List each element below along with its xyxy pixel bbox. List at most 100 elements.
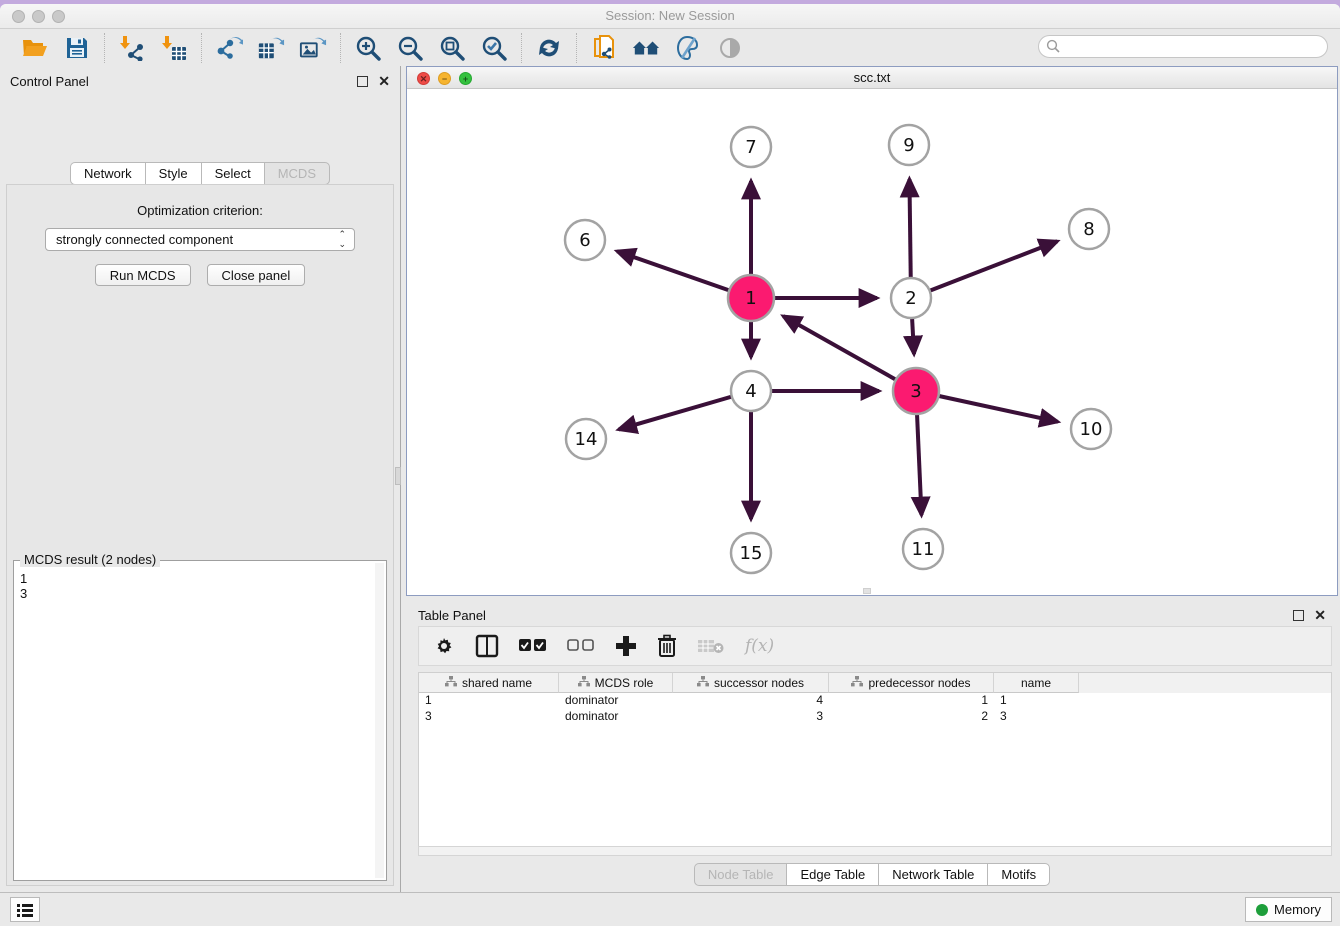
float-panel-icon[interactable] — [357, 76, 368, 87]
table-horizontal-scrollbar[interactable] — [418, 846, 1332, 856]
tab-motifs[interactable]: Motifs — [987, 863, 1050, 886]
close-panel-button[interactable]: Close panel — [207, 264, 306, 286]
tree-hierarchy-icon — [697, 676, 709, 690]
column-header-predecessor-nodes[interactable]: predecessor nodes — [829, 673, 994, 693]
gear-icon[interactable] — [433, 635, 455, 657]
graph-node-8[interactable]: 8 — [1069, 209, 1109, 249]
criterion-select[interactable]: strongly connected component ⌃⌄ — [45, 228, 355, 251]
column-header-MCDS-role[interactable]: MCDS role — [559, 673, 673, 693]
column-header-shared-name[interactable]: shared name — [419, 673, 559, 693]
table-cell[interactable]: 2 — [829, 709, 994, 725]
save-session-icon[interactable] — [63, 34, 91, 62]
chevron-up-down-icon: ⌃⌄ — [338, 229, 346, 249]
column-header-name[interactable]: name — [994, 673, 1079, 693]
graph-node-1[interactable]: 1 — [728, 275, 774, 321]
refresh-layout-icon[interactable] — [535, 34, 563, 62]
svg-text:10: 10 — [1080, 419, 1103, 440]
mcds-result-group: MCDS result (2 nodes) 1 3 — [13, 560, 387, 881]
panel-splitter-handle[interactable] — [395, 467, 401, 485]
table-cell[interactable]: 4 — [673, 693, 829, 709]
table-panel: Table Panel ✕ — [406, 600, 1338, 894]
table-cell[interactable]: 3 — [994, 709, 1079, 725]
close-panel-icon[interactable]: ✕ — [378, 74, 390, 88]
search-input[interactable] — [1038, 35, 1328, 58]
view-resize-grip[interactable] — [863, 588, 871, 594]
graph-node-3[interactable]: 3 — [893, 368, 939, 414]
mcds-result-title: MCDS result (2 nodes) — [20, 552, 160, 567]
network-canvas[interactable]: 7 9 6 8 1 2 4 3 14 10 15 11 — [407, 89, 1337, 595]
view-maximize-icon[interactable]: + — [459, 72, 472, 85]
graph-node-2[interactable]: 2 — [891, 278, 931, 318]
float-table-panel-icon[interactable] — [1293, 610, 1304, 621]
select-all-checkbox-icon[interactable] — [519, 639, 547, 653]
delete-row-icon[interactable] — [657, 634, 677, 658]
network-window-titlebar[interactable]: ✕ − + scc.txt — [407, 67, 1337, 89]
tab-network[interactable]: Network — [70, 162, 145, 185]
table-row[interactable]: 3dominator323 — [419, 709, 1331, 725]
network-graph[interactable]: 7 9 6 8 1 2 4 3 14 10 15 11 — [407, 89, 1337, 595]
clone-network-icon[interactable] — [590, 34, 618, 62]
run-mcds-button[interactable]: Run MCDS — [95, 264, 191, 286]
tab-network-table[interactable]: Network Table — [878, 863, 987, 886]
zoom-selected-icon[interactable] — [480, 34, 508, 62]
table-cell[interactable]: 3 — [673, 709, 829, 725]
graph-node-11[interactable]: 11 — [903, 529, 943, 569]
memory-button[interactable]: Memory — [1245, 897, 1332, 922]
graph-node-4[interactable]: 4 — [731, 371, 771, 411]
import-network-icon[interactable] — [118, 34, 146, 62]
function-builder-icon[interactable]: f(x) — [745, 636, 774, 656]
control-panel: Control Panel ✕ Network Style Select MCD… — [0, 66, 401, 894]
export-image-icon[interactable] — [299, 34, 327, 62]
application-window: Session: New Session — [0, 4, 1340, 926]
graph-node-7[interactable]: 7 — [731, 127, 771, 167]
graph-node-10[interactable]: 10 — [1071, 409, 1111, 449]
delete-table-icon[interactable] — [697, 637, 725, 655]
window-title: Session: New Session — [0, 8, 1340, 23]
zoom-fit-icon[interactable] — [438, 34, 466, 62]
tab-style[interactable]: Style — [145, 162, 201, 185]
table-cell[interactable]: 1 — [419, 693, 559, 709]
tab-edge-table[interactable]: Edge Table — [786, 863, 878, 886]
zoom-in-icon[interactable] — [354, 34, 382, 62]
table-tabs: Node Table Edge Table Network Table Moti… — [406, 863, 1338, 886]
graph-node-9[interactable]: 9 — [889, 125, 929, 165]
view-close-icon[interactable]: ✕ — [417, 72, 430, 85]
show-hide-icon[interactable] — [716, 34, 744, 62]
svg-text:4: 4 — [745, 381, 756, 402]
graph-node-14[interactable]: 14 — [566, 419, 606, 459]
result-scrollbar[interactable] — [375, 563, 384, 878]
table-cell[interactable]: dominator — [559, 709, 673, 725]
zoom-out-icon[interactable] — [396, 34, 424, 62]
deselect-all-checkbox-icon[interactable] — [567, 639, 595, 653]
add-row-icon[interactable] — [615, 635, 637, 657]
table-cell[interactable]: 3 — [419, 709, 559, 725]
table-cell[interactable]: 1 — [994, 693, 1079, 709]
tab-node-table[interactable]: Node Table — [694, 863, 787, 886]
tab-select[interactable]: Select — [201, 162, 264, 185]
open-file-icon[interactable] — [21, 34, 49, 62]
tab-mcds[interactable]: MCDS — [264, 162, 330, 185]
graph-edge-2-8[interactable] — [911, 241, 1057, 298]
status-bar: Memory — [0, 892, 1340, 926]
task-history-button[interactable] — [10, 897, 40, 922]
view-minimize-icon[interactable]: − — [438, 72, 451, 85]
graph-node-6[interactable]: 6 — [565, 220, 605, 260]
tree-hierarchy-icon — [851, 676, 863, 690]
table-cell[interactable]: dominator — [559, 693, 673, 709]
mcds-result-text[interactable]: 1 3 — [20, 571, 376, 878]
export-network-icon[interactable] — [215, 34, 243, 62]
table-cell[interactable]: 1 — [829, 693, 994, 709]
import-table-icon[interactable] — [160, 34, 188, 62]
column-pane-icon[interactable] — [475, 634, 499, 658]
export-table-icon[interactable] — [257, 34, 285, 62]
control-panel-title: Control Panel — [10, 74, 89, 89]
close-table-panel-icon[interactable]: ✕ — [1314, 608, 1326, 622]
svg-text:15: 15 — [740, 543, 763, 564]
graph-node-15[interactable]: 15 — [731, 533, 771, 573]
table-panel-title: Table Panel — [418, 608, 486, 623]
column-header-successor-nodes[interactable]: successor nodes — [673, 673, 829, 693]
hide-style-icon[interactable] — [674, 34, 702, 62]
first-neighbors-icon[interactable] — [632, 34, 660, 62]
svg-text:1: 1 — [745, 288, 756, 309]
table-row[interactable]: 1dominator411 — [419, 693, 1331, 709]
